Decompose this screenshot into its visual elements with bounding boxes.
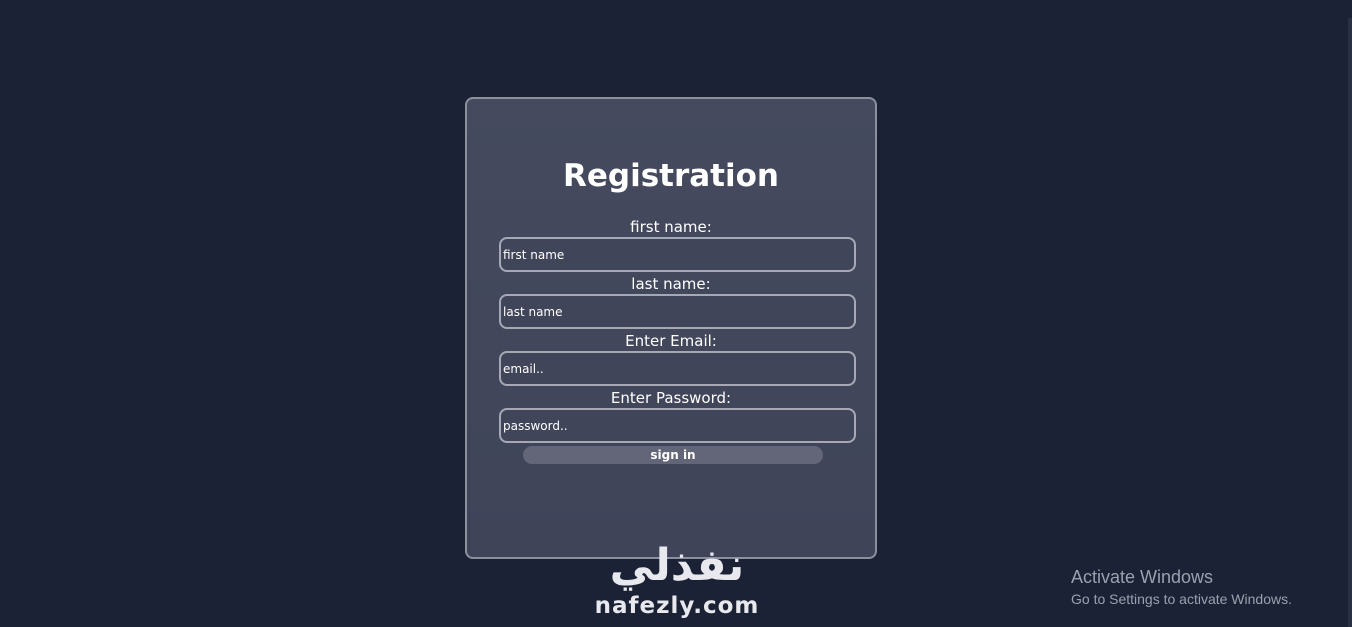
last-name-input[interactable] [499, 294, 856, 329]
password-label: Enter Password: [610, 389, 732, 407]
watermark-domain: nafezly.com [594, 593, 760, 619]
activate-windows-notice: Activate Windows Go to Settings to activ… [1071, 566, 1292, 609]
registration-card: Registration first name: last name: Ente… [465, 97, 877, 559]
page: Registration first name: last name: Ente… [0, 0, 1352, 627]
watermark-logo-text: نفذلي [609, 540, 745, 591]
first-name-label: first name: [630, 218, 712, 236]
first-name-input[interactable] [499, 237, 856, 272]
form-title: Registration [562, 158, 779, 194]
last-name-label: last name: [631, 275, 711, 293]
nafezly-watermark: نفذلي nafezly.com [592, 540, 762, 627]
sign-in-button[interactable]: sign in [523, 446, 823, 464]
activate-windows-title: Activate Windows [1071, 567, 1214, 587]
password-input[interactable] [499, 408, 856, 443]
email-label: Enter Email: [625, 332, 717, 350]
scrollbar[interactable] [1348, 18, 1352, 627]
email-input[interactable] [499, 351, 856, 386]
activate-windows-subtitle: Go to Settings to activate Windows. [1071, 591, 1292, 607]
